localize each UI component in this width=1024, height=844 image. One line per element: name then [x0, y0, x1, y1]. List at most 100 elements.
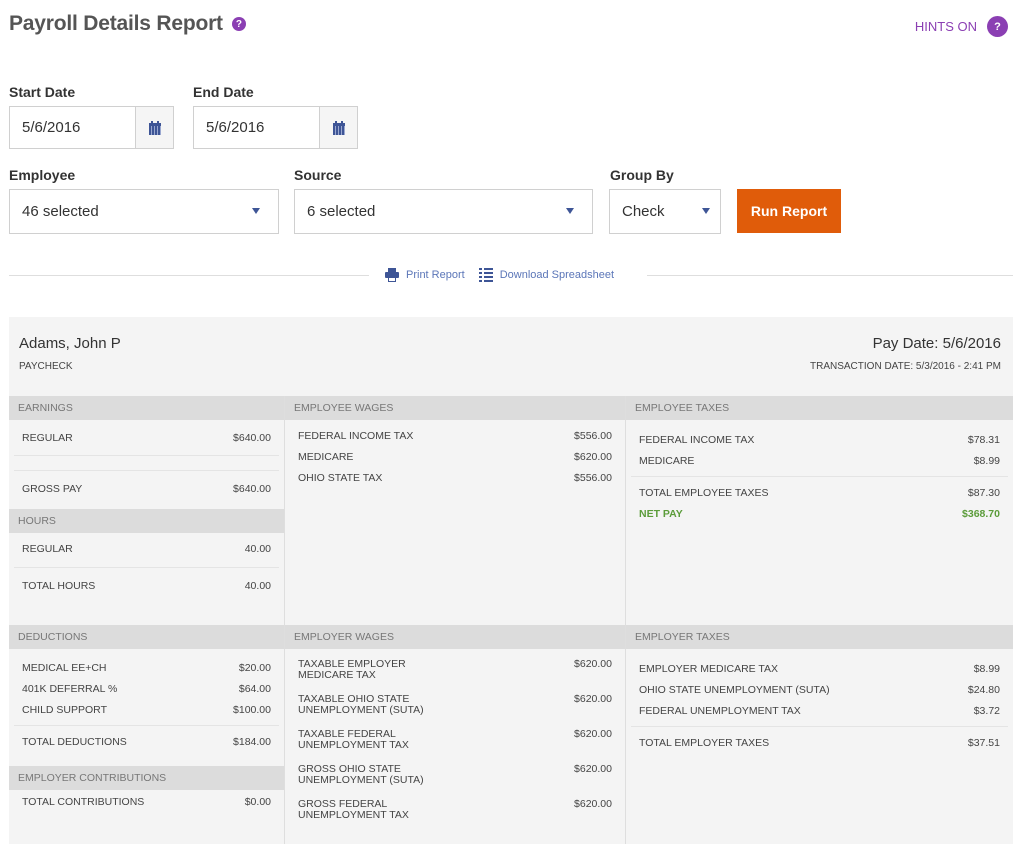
divider — [14, 725, 279, 726]
row-label: TOTAL CONTRIBUTIONS — [22, 796, 145, 808]
employee-taxes-row: FEDERAL INCOME TAX $78.31 — [626, 434, 1013, 446]
row-label: FEDERAL UNEMPLOYMENT TAX — [639, 705, 801, 717]
row-label: MEDICARE — [639, 455, 695, 467]
divider — [14, 567, 279, 568]
row-value: $620.00 — [574, 728, 612, 740]
employer-taxes-row: OHIO STATE UNEMPLOYMENT (SUTA) $24.80 — [626, 684, 1013, 696]
row-value: $78.31 — [967, 434, 1000, 446]
total-employee-taxes-row: TOTAL EMPLOYEE TAXES $87.30 — [626, 487, 1013, 499]
chevron-down-icon — [566, 208, 574, 214]
pay-date: Pay Date: 5/6/2016 — [872, 335, 1001, 352]
divider — [631, 726, 1008, 727]
employee-label: Employee — [9, 167, 76, 183]
start-date-input[interactable]: 5/6/2016 — [10, 107, 135, 148]
run-report-button[interactable]: Run Report — [737, 189, 841, 233]
section-header-employee-taxes: EMPLOYEE TAXES — [626, 396, 1013, 420]
row-value: $620.00 — [574, 798, 612, 810]
start-date-field[interactable]: 5/6/2016 — [9, 106, 174, 149]
chevron-down-icon — [252, 208, 260, 214]
row-value: $556.00 — [574, 472, 612, 484]
total-deductions-row: TOTAL DEDUCTIONS $184.00 — [9, 736, 284, 748]
calendar-icon — [148, 120, 161, 135]
group-by-select[interactable]: Check — [609, 189, 721, 234]
row-value: $24.80 — [967, 684, 1000, 696]
download-spreadsheet-link[interactable]: Download Spreadsheet — [500, 269, 614, 281]
page-title: Payroll Details Report ? — [9, 12, 246, 36]
end-date-input[interactable]: 5/6/2016 — [194, 107, 319, 148]
row-value: 40.00 — [244, 543, 271, 555]
row-value: $184.00 — [233, 736, 271, 748]
row-label: FEDERAL INCOME TAX — [639, 434, 755, 446]
employee-wages-row: MEDICARE $620.00 — [285, 451, 625, 463]
row-value: $640.00 — [233, 432, 271, 444]
row-value: $8.99 — [973, 663, 1000, 675]
section-header-deductions: DEDUCTIONS — [9, 625, 284, 649]
row-label: EMPLOYER MEDICARE TAX — [639, 663, 779, 675]
row-label: REGULAR — [22, 432, 73, 444]
row-label: OHIO STATE UNEMPLOYMENT (SUTA) — [639, 684, 830, 696]
earnings-column: EARNINGS REGULAR $640.00 GROSS PAY $640.… — [9, 396, 284, 625]
gross-pay-row: GROSS PAY $640.00 — [9, 483, 284, 495]
employer-taxes-column: EMPLOYER TAXES EMPLOYER MEDICARE TAX $8.… — [625, 625, 1013, 844]
row-value: $3.72 — [973, 705, 1000, 717]
row-label: TOTAL EMPLOYER TAXES — [639, 737, 770, 749]
employer-taxes-row: EMPLOYER MEDICARE TAX $8.99 — [626, 663, 1013, 675]
row-label: FEDERAL INCOME TAX — [298, 430, 414, 442]
group-by-select-value: Check — [622, 203, 665, 220]
hints-question-icon: ? — [987, 16, 1008, 37]
check-type: PAYCHECK — [19, 361, 73, 372]
employee-taxes-row: MEDICARE $8.99 — [626, 455, 1013, 467]
employer-wages-row: TAXABLE EMPLOYER MEDICARE TAX $620.00 — [285, 659, 625, 681]
row-label: TOTAL EMPLOYEE TAXES — [639, 487, 769, 499]
divider — [14, 470, 279, 471]
end-date-field[interactable]: 5/6/2016 — [193, 106, 358, 149]
row-value: $620.00 — [574, 451, 612, 463]
source-label: Source — [294, 167, 342, 183]
print-report-link[interactable]: Print Report — [406, 269, 465, 281]
end-date-label: End Date — [193, 84, 254, 100]
row-value: $556.00 — [574, 430, 612, 442]
spreadsheet-list-icon[interactable] — [478, 268, 493, 282]
row-value: $100.00 — [233, 704, 271, 716]
row-label: MEDICARE — [298, 451, 354, 463]
total-hours-row: TOTAL HOURS 40.00 — [9, 580, 284, 592]
calendar-icon — [332, 120, 345, 135]
source-select[interactable]: 6 selected — [294, 189, 593, 234]
help-icon[interactable]: ? — [231, 17, 246, 31]
section-header-employee-wages: EMPLOYEE WAGES — [285, 396, 625, 420]
row-value: $640.00 — [233, 483, 271, 495]
employee-select[interactable]: 46 selected — [9, 189, 279, 234]
net-pay-row: NET PAY $368.70 — [626, 508, 1013, 520]
start-date-label: Start Date — [9, 84, 76, 100]
row-label: TOTAL HOURS — [22, 580, 96, 592]
section-header-employer-taxes: EMPLOYER TAXES — [626, 625, 1013, 649]
end-date-calendar-button[interactable] — [319, 107, 357, 148]
earnings-row: REGULAR $640.00 — [9, 432, 284, 444]
employee-name: Adams, John P — [19, 335, 121, 352]
hours-row: REGULAR 40.00 — [9, 543, 284, 555]
divider — [14, 455, 279, 456]
row-value: $87.30 — [967, 487, 1000, 499]
row-value: $620.00 — [574, 693, 612, 705]
row-value: $37.51 — [967, 737, 1000, 749]
report-actions: Print Report Download Spreadsheet — [385, 268, 614, 282]
hints-label: HINTS ON — [914, 19, 977, 34]
row-value: $20.00 — [238, 662, 271, 674]
employer-wages-column: EMPLOYER WAGES TAXABLE EMPLOYER MEDICARE … — [284, 625, 625, 844]
total-employer-taxes-row: TOTAL EMPLOYER TAXES $37.51 — [626, 737, 1013, 749]
divider — [9, 275, 369, 276]
total-contributions-row: TOTAL CONTRIBUTIONS $0.00 — [9, 796, 284, 808]
employer-wages-row: TAXABLE FEDERAL UNEMPLOYMENT TAX $620.00 — [285, 729, 625, 751]
start-date-calendar-button[interactable] — [135, 107, 173, 148]
section-header-earnings: EARNINGS — [9, 396, 284, 420]
row-value: $620.00 — [574, 763, 612, 775]
deductions-row: MEDICAL EE+CH $20.00 — [9, 662, 284, 674]
printer-icon[interactable] — [385, 268, 399, 282]
row-label: 401K DEFERRAL % — [22, 683, 118, 695]
row-label: TAXABLE EMPLOYER MEDICARE TAX — [298, 658, 406, 681]
section-header-employer-wages: EMPLOYER WAGES — [285, 625, 625, 649]
hints-toggle[interactable]: HINTS ON ? — [915, 16, 1008, 37]
employee-select-value: 46 selected — [22, 203, 99, 220]
source-select-value: 6 selected — [307, 203, 376, 220]
row-label: GROSS OHIO STATE UNEMPLOYMENT (SUTA) — [298, 763, 424, 786]
